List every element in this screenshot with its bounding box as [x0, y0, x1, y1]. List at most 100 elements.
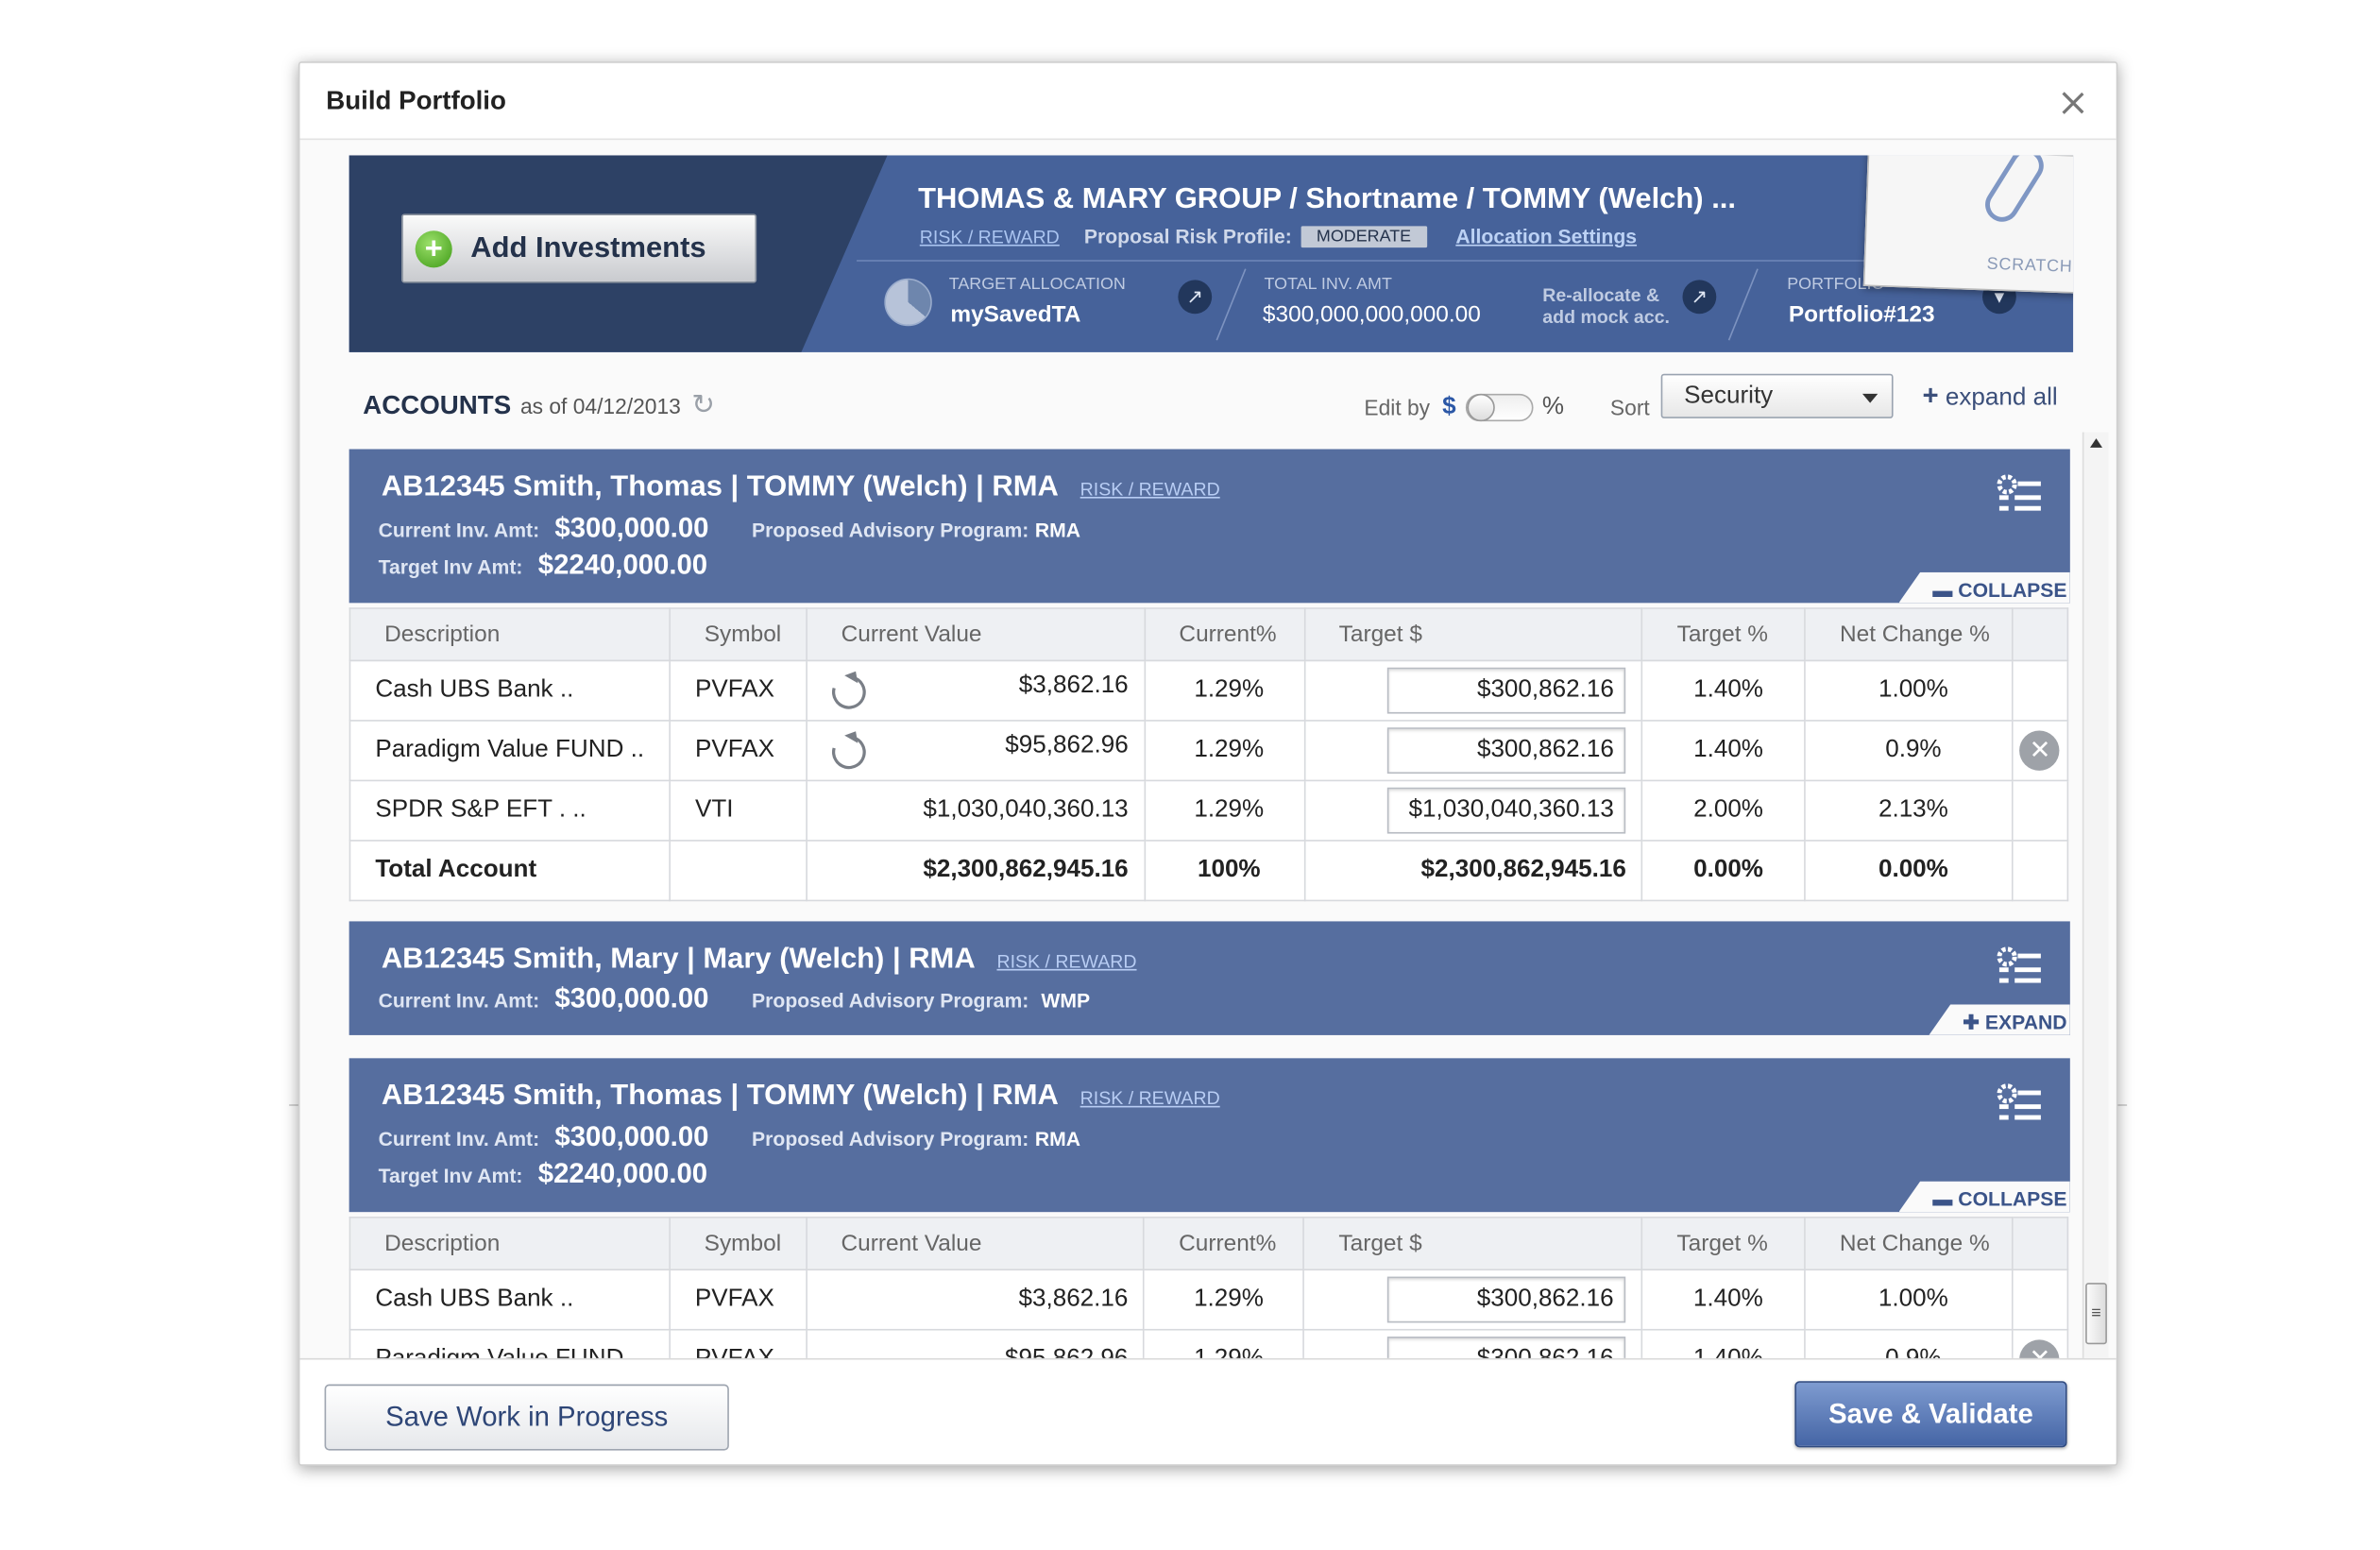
accounts-date: as of 04/12/2013	[519, 393, 681, 418]
cell-symbol: PVFAX	[669, 1328, 808, 1358]
plus-circle-icon: +	[415, 230, 452, 267]
save-validate-button[interactable]: Save & Validate	[1794, 1381, 2067, 1448]
backdrop-line-left	[289, 1104, 298, 1106]
target-dollar-input[interactable]: $1,030,040,360.13	[1387, 787, 1626, 834]
allocation-settings-link[interactable]: Allocation Settings	[1455, 225, 1637, 247]
expand-label: EXPAND	[1984, 1010, 2067, 1034]
cell-target-dollar: $300,862.16	[1303, 720, 1643, 782]
total-target-pct: 0.00%	[1641, 840, 1807, 902]
table-row: Cash UBS Bank .. PVFAX $3,862.16 1.29% $…	[348, 659, 2069, 722]
remove-icon[interactable]: ✕	[2019, 1339, 2061, 1358]
table-row: Cash UBS Bank .. PVFAX $3,862.16 1.29% $…	[348, 1269, 2069, 1331]
target-inv-value: $2240,000.00	[537, 1158, 708, 1189]
cell-current-pct: 1.29%	[1143, 1269, 1305, 1331]
total-net-change: 0.00%	[1804, 840, 2014, 902]
toggle-knob	[1467, 393, 1495, 422]
edit-target-allocation-icon[interactable]: ↗	[1178, 280, 1213, 315]
current-inv-row: Current Inv. Amt: $300,000.00 Proposed A…	[379, 1121, 1080, 1153]
vertical-scrollbar[interactable]: ≡	[2082, 432, 2109, 1358]
program-label: Proposed Advisory Program:	[752, 1127, 1029, 1151]
edit-by-percent[interactable]: %	[1542, 394, 1564, 421]
risk-reward-link[interactable]: RISK / REWARD	[996, 950, 1136, 972]
cell-target-pct: 2.00%	[1641, 779, 1807, 842]
risk-profile-badge: MODERATE	[1300, 225, 1427, 247]
risk-reward-link[interactable]: RISK / REWARD	[920, 226, 1060, 247]
cell-net-change: 1.00%	[1804, 659, 2014, 722]
expand-all-link[interactable]: + expand all	[1923, 380, 2058, 412]
cell-target-pct: 1.40%	[1641, 659, 1807, 722]
add-investments-label: Add Investments	[470, 231, 706, 264]
settings-list-icon[interactable]	[1997, 945, 2043, 985]
build-portfolio-dialog: Build Portfolio + Add Investments THOMAS…	[298, 61, 2118, 1466]
account-header: AB12345 Smith, Mary | Mary (Welch) | RMA…	[348, 921, 2070, 1035]
column-header: Target %	[1640, 1217, 1806, 1271]
plus-icon: +	[1922, 380, 1939, 411]
column-header: Description	[348, 1217, 671, 1271]
current-inv-value: $300,000.00	[554, 1121, 709, 1152]
cell-description: SPDR S&P EFT . ..	[348, 779, 671, 842]
collapse-button[interactable]: ▬ COLLAPSE	[1898, 571, 2070, 604]
cell-current-value: $3,862.16	[806, 659, 1146, 722]
scratchpad[interactable]: SCRATCHPAD	[1862, 155, 2074, 296]
advisory-program: Proposed Advisory Program: RMA	[752, 1128, 1080, 1150]
current-inv-label: Current Inv. Amt:	[378, 989, 540, 1013]
holdings-table: Description Symbol Current Value Current…	[348, 1217, 2069, 1358]
cell-symbol: PVFAX	[669, 659, 808, 722]
settings-list-icon[interactable]	[1997, 474, 2043, 514]
account-name: AB12345 Smith, Thomas | TOMMY (Welch) | …	[381, 1080, 1059, 1113]
current-inv-row: Current Inv. Amt: $300,000.00 Proposed A…	[379, 983, 1091, 1015]
sort-value: Security	[1684, 383, 1774, 410]
scrollbar-thumb[interactable]: ≡	[2085, 1283, 2107, 1345]
column-header: Target $	[1302, 1217, 1643, 1271]
portfolio-value: Portfolio#123	[1788, 301, 1935, 328]
cell-target-dollar: $300,862.16	[1303, 659, 1643, 722]
column-header: Current Value	[806, 1217, 1146, 1271]
save-work-in-progress-button[interactable]: Save Work in Progress	[324, 1384, 729, 1451]
program-label: Proposed Advisory Program:	[752, 518, 1029, 542]
target-dollar-input[interactable]: $300,862.16	[1387, 1276, 1626, 1323]
chevron-down-icon	[1862, 393, 1878, 403]
target-inv-label: Target Inv Amt:	[378, 1164, 523, 1188]
cell-current-value: $3,862.16	[806, 1269, 1146, 1331]
expand-button[interactable]: ✚ EXPAND	[1929, 1004, 2070, 1035]
collapse-button[interactable]: ▬ COLLAPSE	[1898, 1181, 2070, 1213]
paperclip-icon	[1979, 155, 2050, 229]
column-header: Net Change %	[1804, 1217, 2014, 1271]
remove-icon[interactable]: ✕	[2019, 730, 2061, 771]
reallocate-line1: Re-allocate &	[1542, 284, 1660, 307]
current-value-text: $3,862.16	[1018, 672, 1129, 699]
total-inv-label: TOTAL INV. AMT	[1264, 275, 1392, 295]
cell-target-pct: 1.40%	[1640, 1328, 1806, 1358]
risk-reward-link[interactable]: RISK / REWARD	[1080, 478, 1220, 500]
current-inv-label: Current Inv. Amt:	[378, 518, 540, 542]
refresh-icon[interactable]: ↻	[691, 389, 715, 421]
rotate-icon[interactable]	[825, 728, 873, 775]
target-allocation-value: mySavedTA	[950, 301, 1081, 328]
reallocate-icon[interactable]: ↗	[1682, 280, 1717, 315]
scroll-up-arrow-icon[interactable]	[2089, 438, 2103, 448]
cell-description: Paradigm Value FUND ..	[348, 720, 671, 782]
current-inv-value: $300,000.00	[554, 512, 709, 543]
cell-target-dollar: $1,030,040,360.13	[1303, 779, 1643, 842]
current-inv-label: Current Inv. Amt:	[378, 1127, 540, 1151]
target-dollar-input[interactable]: $300,862.16	[1387, 727, 1626, 775]
settings-list-icon[interactable]	[1997, 1082, 2043, 1122]
cell-net-change: 0.9%	[1804, 1328, 2014, 1358]
column-header: Current%	[1143, 1217, 1305, 1271]
total-inv-value: $300,000,000,000.00	[1262, 301, 1481, 328]
cell-current-pct: 1.29%	[1143, 659, 1305, 722]
cell-action	[2011, 1269, 2069, 1331]
banner-slash	[1216, 268, 1247, 341]
edit-by-toggle[interactable]	[1465, 393, 1534, 422]
column-header-empty	[2011, 1217, 2069, 1271]
close-icon[interactable]	[2059, 89, 2086, 116]
account-name-row: AB12345 Smith, Thomas | TOMMY (Welch) | …	[382, 1080, 1220, 1114]
rotate-icon[interactable]	[825, 669, 873, 716]
sort-select[interactable]: Security	[1660, 373, 1894, 418]
total-symbol	[669, 840, 808, 902]
edit-by-dollar[interactable]: $	[1442, 394, 1456, 421]
target-dollar-input[interactable]: $300,862.16	[1387, 667, 1626, 714]
add-investments-button[interactable]: + Add Investments	[401, 213, 757, 283]
risk-reward-link[interactable]: RISK / REWARD	[1080, 1087, 1220, 1109]
target-dollar-input[interactable]: $300,862.16	[1387, 1337, 1626, 1358]
